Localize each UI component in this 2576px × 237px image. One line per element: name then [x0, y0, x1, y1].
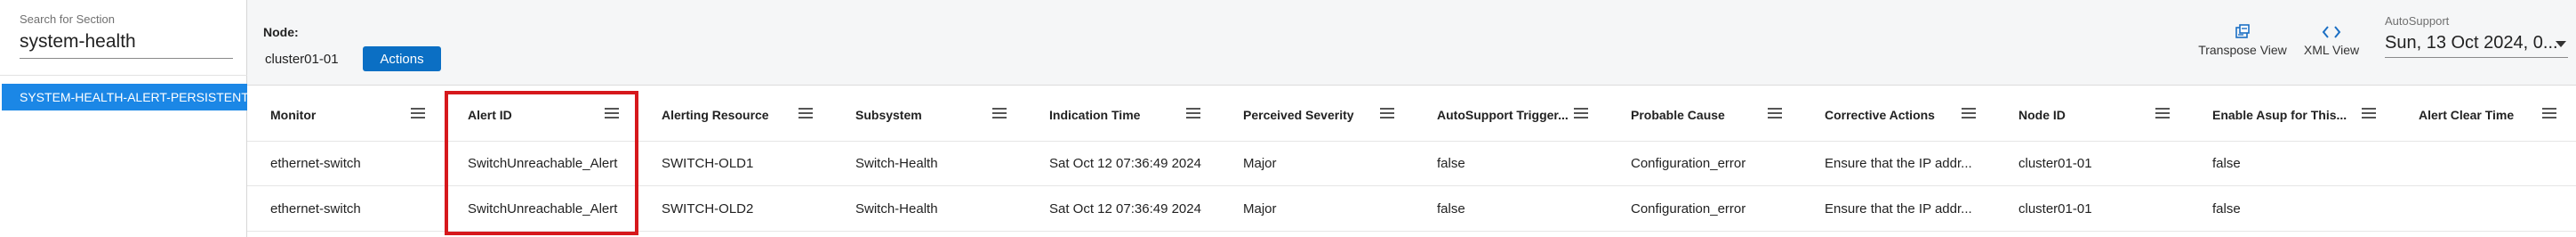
- column-header-label: Alert ID: [468, 108, 512, 122]
- column-header[interactable]: Indication Time: [1026, 89, 1220, 141]
- column-menu-icon[interactable]: [411, 108, 425, 118]
- column-menu-icon[interactable]: [605, 108, 619, 118]
- column-menu-icon[interactable]: [798, 108, 813, 118]
- table-cell: cluster01-01: [2018, 200, 2092, 217]
- node-value: cluster01-01: [265, 52, 339, 67]
- column-header[interactable]: Alerting Resource: [638, 89, 832, 141]
- autosupport-dropdown[interactable]: Sun, 13 Oct 2024, 0...: [2385, 33, 2568, 58]
- table-cell: ethernet-switch: [270, 200, 361, 217]
- table-cell: false: [1437, 200, 1465, 217]
- table-cell: Ensure that the IP addr...: [1825, 200, 1972, 217]
- column-header-label: Monitor: [270, 108, 317, 122]
- section-item-selected[interactable]: SYSTEM-HEALTH-ALERT-PERSISTENT.XML: [2, 84, 247, 110]
- table-cell: Configuration_error: [1631, 156, 1746, 171]
- column-header-label: AutoSupport Trigger...: [1437, 108, 1569, 122]
- actions-button[interactable]: Actions: [363, 46, 441, 71]
- column-menu-icon[interactable]: [992, 108, 1007, 118]
- table-cell: false: [1437, 156, 1465, 171]
- column-header[interactable]: Alert ID: [445, 89, 638, 141]
- table-cell: Ensure that the IP addr...: [1825, 156, 1972, 171]
- column-header-label: Alerting Resource: [662, 108, 769, 122]
- column-header[interactable]: AutoSupport Trigger...: [1414, 89, 1608, 141]
- search-input[interactable]: [20, 31, 233, 59]
- table-cell: [2395, 142, 2576, 185]
- table-cell: SWITCH-OLD1: [662, 156, 754, 171]
- table-header-row: Monitor Alert ID Alerting Resource Subsyste…: [247, 89, 2576, 141]
- column-header-label: Alert Clear Time: [2419, 108, 2515, 122]
- column-header[interactable]: Enable Asup for This...: [2189, 89, 2395, 141]
- transpose-view-label: Transpose View: [2198, 43, 2287, 57]
- column-header-label: Probable Cause: [1631, 108, 1725, 122]
- autosupport-select[interactable]: AutoSupport Sun, 13 Oct 2024, 0...: [2385, 14, 2568, 58]
- table-cell: Switch-Health: [855, 200, 938, 217]
- table-row[interactable]: ethernet-switch SwitchUnreachable_Alert SW…: [247, 185, 2576, 232]
- column-menu-icon[interactable]: [1574, 108, 1588, 118]
- table-cell: Switch-Health: [855, 156, 938, 171]
- table-cell: Sat Oct 12 07:36:49 2024: [1049, 156, 1201, 171]
- code-icon: [2298, 23, 2365, 43]
- section-panel: Search for Section SYSTEM-HEALTH-ALERT-P…: [0, 0, 247, 237]
- transpose-icon: [2193, 23, 2292, 43]
- table-cell: false: [2212, 156, 2241, 171]
- node-label: Node:: [263, 25, 299, 39]
- column-header-label: Node ID: [2018, 108, 2066, 122]
- column-header-label: Indication Time: [1049, 108, 1141, 122]
- table-cell: SWITCH-OLD2: [662, 200, 754, 217]
- column-menu-icon[interactable]: [1186, 108, 1200, 118]
- table-cell: Major: [1243, 200, 1277, 217]
- xml-view-button[interactable]: XML View: [2298, 23, 2365, 57]
- search-label: Search for Section: [20, 12, 115, 26]
- chevron-down-icon: [2556, 41, 2566, 47]
- table-cell: ethernet-switch: [270, 156, 361, 171]
- xml-view-label: XML View: [2303, 43, 2360, 57]
- column-header-label: Enable Asup for This...: [2212, 108, 2347, 122]
- column-header-label: Subsystem: [855, 108, 922, 122]
- column-header[interactable]: Node ID: [1995, 89, 2189, 141]
- column-header[interactable]: Alert Clear Time: [2395, 89, 2576, 141]
- divider: [0, 75, 247, 76]
- column-header[interactable]: Subsystem: [832, 89, 1026, 141]
- column-menu-icon[interactable]: [1768, 108, 1782, 118]
- table-cell: cluster01-01: [2018, 156, 2092, 171]
- column-menu-icon[interactable]: [1962, 108, 1976, 118]
- column-header[interactable]: Monitor: [247, 89, 445, 141]
- table-cell: Sat Oct 12 07:36:49 2024: [1049, 200, 1201, 217]
- column-header[interactable]: Perceived Severity: [1220, 89, 1414, 141]
- column-menu-icon[interactable]: [2362, 108, 2376, 118]
- table-cell: SwitchUnreachable_Alert: [468, 156, 618, 171]
- table-cell: SwitchUnreachable_Alert: [468, 200, 618, 217]
- table-row[interactable]: ethernet-switch SwitchUnreachable_Alert SW…: [247, 141, 2576, 185]
- column-header-label: Perceived Severity: [1243, 108, 1354, 122]
- column-menu-icon[interactable]: [2542, 108, 2556, 118]
- autosupport-value: Sun, 13 Oct 2024, 0...: [2385, 33, 2558, 53]
- section-search: Search for Section: [20, 12, 233, 59]
- column-menu-icon[interactable]: [2155, 108, 2170, 118]
- table-cell: Major: [1243, 156, 1277, 171]
- autosupport-label: AutoSupport: [2385, 14, 2450, 28]
- table-cell: [2395, 186, 2576, 231]
- column-header[interactable]: Corrective Actions: [1802, 89, 1995, 141]
- column-menu-icon[interactable]: [1380, 108, 1394, 118]
- toolbar: Node: cluster01-01 Actions Transpose Vie…: [247, 0, 2576, 86]
- table-cell: false: [2212, 200, 2241, 217]
- transpose-view-button[interactable]: Transpose View: [2193, 23, 2292, 57]
- column-header[interactable]: Probable Cause: [1608, 89, 1802, 141]
- column-header-label: Corrective Actions: [1825, 108, 1935, 122]
- table-cell: Configuration_error: [1631, 200, 1746, 217]
